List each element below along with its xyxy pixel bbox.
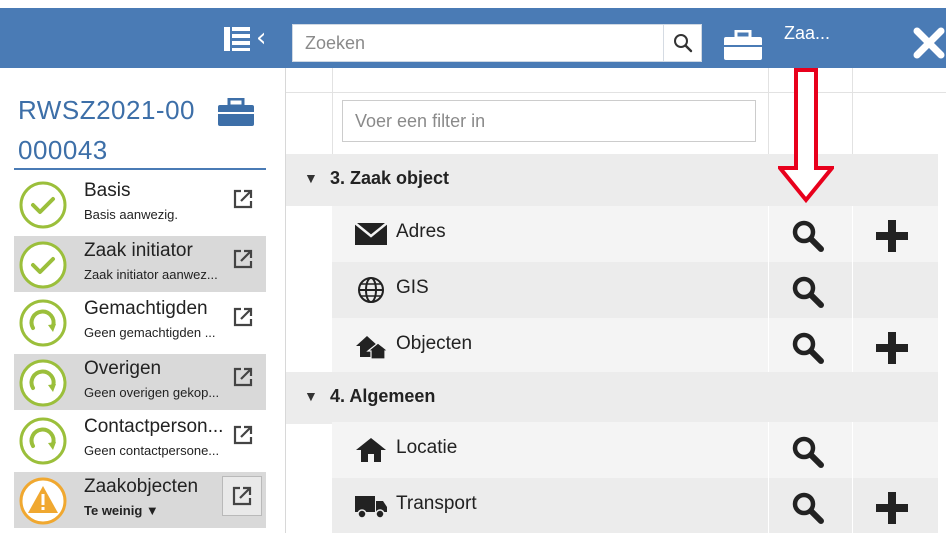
truck-icon (355, 496, 387, 519)
external-link-icon[interactable] (232, 188, 254, 210)
case-id-line2: 000043 (18, 135, 108, 165)
row-label: Objecten (396, 333, 473, 354)
grid-line (852, 262, 853, 318)
external-link-icon[interactable] (232, 248, 254, 270)
case-id: RWSZ2021-00 000043 (18, 90, 218, 170)
refresh-circle-icon (19, 359, 67, 407)
step-title: Contactperson... (84, 416, 224, 437)
external-link-icon[interactable] (232, 366, 254, 388)
search-icon[interactable] (790, 274, 826, 310)
check-circle-icon (19, 241, 67, 289)
grid-line (768, 318, 769, 374)
grid-line (852, 478, 853, 533)
step-zaakobjecten[interactable]: Zaakobjecten Te weinig ▼ (14, 472, 266, 528)
group-title: 3. Zaak object (330, 168, 450, 188)
top-case-title[interactable]: Zaa... (784, 23, 830, 44)
object-row-objecten: Objecten (332, 318, 938, 374)
grid-line (768, 478, 769, 533)
grid-line (286, 92, 946, 93)
object-row-adres: Adres (332, 206, 938, 262)
external-link-icon[interactable] (232, 306, 254, 328)
search-icon[interactable] (790, 490, 826, 526)
house-icon (356, 438, 386, 462)
chevron-left-icon[interactable]: ‹ (256, 24, 266, 52)
case-sidebar: RWSZ2021-00 000043 Basis Basis aanwezig.… (0, 68, 286, 533)
step-gemachtigden[interactable]: Gemachtigden Geen gemachtigden ... (14, 294, 266, 350)
step-overigen[interactable]: Overigen Geen overigen gekop... (14, 354, 266, 410)
group-algemeen[interactable]: ▼ 4. Algemeen (286, 372, 938, 424)
external-link-icon (232, 486, 252, 506)
check-circle-icon (19, 181, 67, 229)
globe-icon (358, 277, 384, 303)
list-icon[interactable] (224, 26, 250, 52)
search-input[interactable] (293, 25, 663, 61)
external-link-icon[interactable] (232, 424, 254, 446)
case-id-line1: RWSZ2021-00 (18, 95, 195, 125)
collapse-triangle-icon[interactable]: ▼ (304, 388, 318, 404)
houses-icon (356, 336, 388, 360)
row-label: Locatie (396, 437, 458, 458)
briefcase-icon[interactable] (724, 30, 762, 60)
row-label: GIS (396, 277, 429, 298)
refresh-circle-icon (19, 299, 67, 347)
step-subtitle: Zaak initiator aanwez... (84, 267, 218, 282)
envelope-icon (354, 222, 388, 245)
step-title: Zaak initiator (84, 240, 193, 261)
step-title: Basis (84, 180, 131, 201)
grid-line (852, 422, 853, 478)
grid-line (768, 262, 769, 318)
collapse-triangle-icon[interactable]: ▼ (304, 170, 318, 186)
step-contactpersonen[interactable]: Contactperson... Geen contactpersone... (14, 412, 266, 468)
refresh-circle-icon (19, 417, 67, 465)
search-icon[interactable] (790, 434, 826, 470)
plus-icon[interactable] (874, 330, 910, 366)
object-row-gis: GIS (332, 262, 938, 318)
object-grid: ▼ 3. Zaak object Adres GIS (286, 68, 946, 533)
filter-input[interactable] (342, 100, 756, 142)
step-zaak-initiator[interactable]: Zaak initiator Zaak initiator aanwez... (14, 236, 266, 292)
group-zaak-object[interactable]: ▼ 3. Zaak object (286, 154, 938, 206)
group-title: 4. Algemeen (330, 386, 436, 406)
row-label: Transport (396, 493, 477, 514)
case-id-underline (14, 168, 266, 170)
briefcase-icon (218, 98, 254, 126)
object-row-locatie: Locatie (332, 422, 938, 478)
global-search (292, 24, 702, 62)
step-subtitle: Basis aanwezig. (84, 207, 178, 222)
object-row-transport: Transport (332, 478, 938, 533)
warning-circle-icon (19, 477, 67, 525)
step-basis[interactable]: Basis Basis aanwezig. (14, 176, 266, 232)
step-subtitle: Geen gemachtigden ... (84, 325, 216, 340)
open-zaakobjecten-button[interactable] (222, 476, 262, 516)
annotation-arrow-icon (778, 68, 834, 204)
close-icon[interactable] (912, 26, 946, 60)
top-bar: ‹ Zaa... (0, 8, 946, 68)
plus-icon[interactable] (874, 490, 910, 526)
grid-line (852, 318, 853, 374)
grid-line (768, 422, 769, 478)
step-subtitle[interactable]: Te weinig ▼ (84, 503, 159, 518)
step-title: Overigen (84, 358, 162, 379)
search-button[interactable] (663, 25, 701, 61)
search-icon[interactable] (790, 330, 826, 366)
step-subtitle: Geen contactpersone... (84, 443, 220, 458)
step-title: Zaakobjecten (84, 476, 199, 497)
search-icon (673, 34, 692, 53)
step-title: Gemachtigden (84, 298, 208, 319)
plus-icon[interactable] (874, 218, 910, 254)
search-icon[interactable] (790, 218, 826, 254)
grid-line (768, 206, 769, 262)
grid-line (852, 206, 853, 262)
step-subtitle: Geen overigen gekop... (84, 385, 220, 400)
row-label: Adres (396, 221, 446, 242)
